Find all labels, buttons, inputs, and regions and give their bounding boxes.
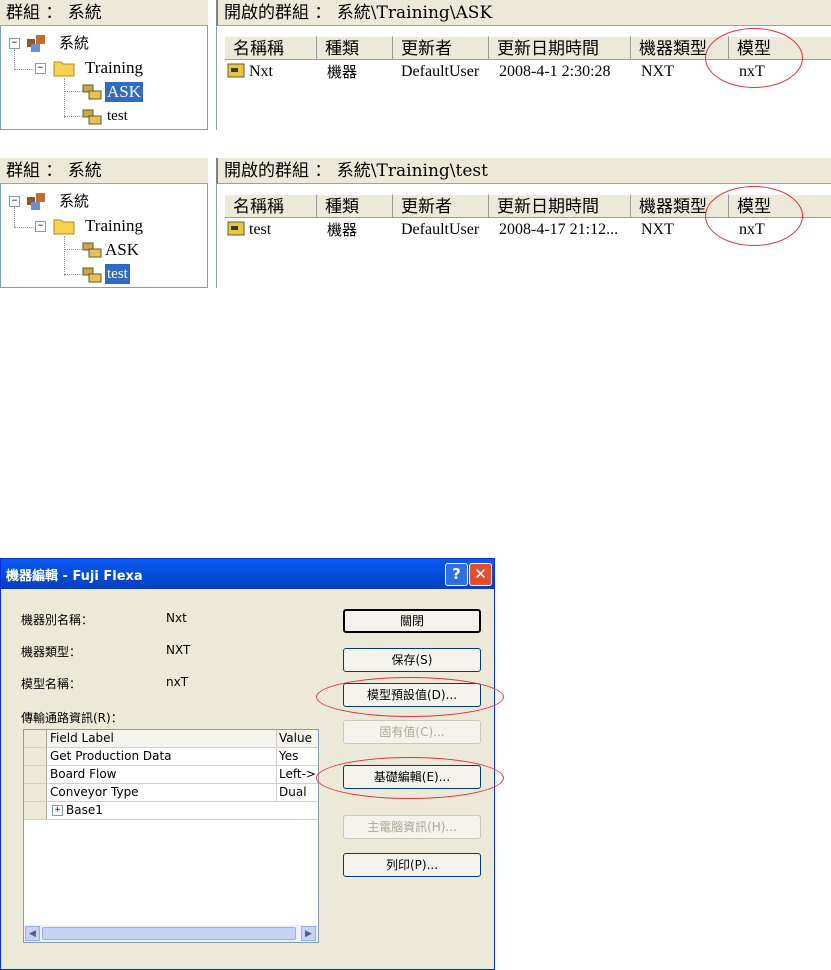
grid-cell-label: Get Production Data (50, 749, 172, 763)
machine-edit-dialog: 機器編輯 - Fuji Flexa ? ✕ 機器別名稱： Nxt 機器類型： N… (0, 558, 504, 970)
collapse-icon[interactable]: − (9, 38, 20, 49)
system-icon (27, 35, 45, 52)
group-tree: − 系統 − Training ASK test (0, 184, 208, 288)
collapse-icon[interactable]: − (35, 63, 46, 74)
row-machine-type: NXT (641, 63, 674, 80)
tree-root-label[interactable]: 系統 (59, 191, 89, 211)
fixed-values-button[interactable]: 固有值(C)... (343, 720, 481, 744)
horizontal-scrollbar[interactable]: ◀ ▶ (24, 925, 318, 942)
row-datetime: 2008-4-1 2:30:28 (499, 63, 611, 80)
grid-header-field-label[interactable]: Field Label (50, 730, 114, 747)
highlight-ellipse (705, 186, 803, 246)
column-header-kind[interactable]: 種類 (317, 36, 393, 60)
explorer-panel-ask: 群組 ： 系統 − 系統 − Training ASK test 開啟的群組 ：… (0, 0, 831, 130)
close-icon[interactable]: ✕ (469, 563, 492, 586)
tree-item-ask[interactable]: ASK (103, 81, 145, 103)
grid-cell-value[interactable]: Yes (276, 748, 319, 765)
folder-icon (53, 61, 75, 77)
grid-cell-label: Conveyor Type (50, 785, 139, 799)
close-button[interactable]: 關閉 (343, 609, 481, 633)
transport-info-label: 傳輸通路資訊(R)： (21, 711, 123, 725)
group-header: 群組 ： 系統 (0, 0, 208, 26)
row-kind: 機器 (327, 63, 358, 81)
column-header-updater[interactable]: 更新者 (393, 36, 489, 60)
field-label-machine-name: 機器別名稱： (21, 613, 94, 627)
open-group-path: 開啟的群組 ： 系統\Training\test (216, 158, 831, 184)
row-updater: DefaultUser (401, 63, 480, 80)
column-header-kind[interactable]: 種類 (317, 194, 393, 218)
scroll-right-icon[interactable]: ▶ (301, 926, 316, 941)
machine-group-icon (82, 84, 102, 100)
dialog-title: 機器編輯 - Fuji Flexa (6, 569, 143, 584)
column-header-name[interactable]: 名稱稱 (225, 36, 317, 60)
row-kind: 機器 (327, 221, 358, 239)
tree-item-ask[interactable]: ASK (105, 240, 139, 260)
machine-icon (227, 63, 245, 78)
tree-folder-label[interactable]: Training (85, 58, 143, 78)
column-header-datetime[interactable]: 更新日期時間 (489, 194, 631, 218)
collapse-icon[interactable]: − (35, 221, 46, 232)
machine-group-icon (82, 109, 102, 125)
row-machine-type: NXT (641, 221, 674, 238)
table-row[interactable]: Board Flow Left-> (24, 766, 318, 784)
print-button[interactable]: 列印(P)... (343, 853, 481, 877)
explorer-panel-test: 群組 ： 系統 − 系統 − Training ASK test 開啟的群組 ：… (0, 158, 831, 288)
machine-group-icon (82, 267, 102, 283)
help-icon[interactable]: ? (445, 563, 468, 586)
grid-cell-value[interactable]: Dual (276, 784, 319, 801)
machine-group-icon (82, 242, 102, 258)
collapse-icon[interactable]: − (9, 196, 20, 207)
scroll-thumb[interactable] (42, 927, 296, 940)
field-label-machine-type: 機器類型： (21, 645, 82, 659)
grid-cell-value[interactable]: Left-> (276, 766, 319, 783)
field-value-machine-type: NXT (166, 643, 191, 657)
open-group-path: 開啟的群組 ： 系統\Training\ASK (216, 0, 831, 26)
grid-header-row: Field Label Value (24, 730, 318, 748)
column-header-datetime[interactable]: 更新日期時間 (489, 36, 631, 60)
column-header-updater[interactable]: 更新者 (393, 194, 489, 218)
highlight-ellipse (316, 677, 504, 717)
highlight-ellipse (316, 757, 504, 799)
field-label-model-name: 模型名稱： (21, 677, 82, 691)
grid-cell-label: Base1 (66, 803, 103, 817)
field-value-machine-name: Nxt (166, 611, 187, 625)
highlight-ellipse (705, 28, 803, 88)
system-icon (27, 193, 45, 210)
table-row[interactable]: Get Production Data Yes (24, 748, 318, 766)
field-value-model-name: nxT (166, 675, 189, 689)
tree-root-label[interactable]: 系統 (59, 33, 89, 53)
folder-icon (53, 219, 75, 235)
table-row[interactable]: + Base1 (24, 802, 318, 820)
host-info-button[interactable]: 主電腦資訊(H)... (343, 815, 481, 839)
save-button[interactable]: 保存(S) (343, 648, 481, 672)
machine-icon (227, 221, 245, 236)
row-name[interactable]: Nxt (249, 62, 273, 82)
tree-folder-label[interactable]: Training (85, 216, 143, 236)
transport-info-grid[interactable]: Field Label Value Get Production Data Ye… (23, 729, 319, 943)
table-row[interactable]: Conveyor Type Dual (24, 784, 318, 802)
scroll-left-icon[interactable]: ◀ (25, 926, 40, 941)
group-header: 群組 ： 系統 (0, 158, 208, 184)
tree-item-test[interactable]: test (107, 106, 128, 126)
dialog-titlebar[interactable]: 機器編輯 - Fuji Flexa ? ✕ (1, 559, 494, 589)
row-name[interactable]: test (249, 220, 271, 240)
row-updater: DefaultUser (401, 221, 480, 238)
grid-cell-label: Board Flow (50, 767, 117, 781)
group-tree: − 系統 − Training ASK test (0, 26, 208, 130)
column-header-name[interactable]: 名稱稱 (225, 194, 317, 218)
grid-header-value[interactable]: Value (276, 730, 319, 747)
expand-icon[interactable]: + (52, 805, 63, 816)
tree-item-test[interactable]: test (104, 263, 131, 285)
row-datetime: 2008-4-17 21:12... (499, 221, 619, 238)
